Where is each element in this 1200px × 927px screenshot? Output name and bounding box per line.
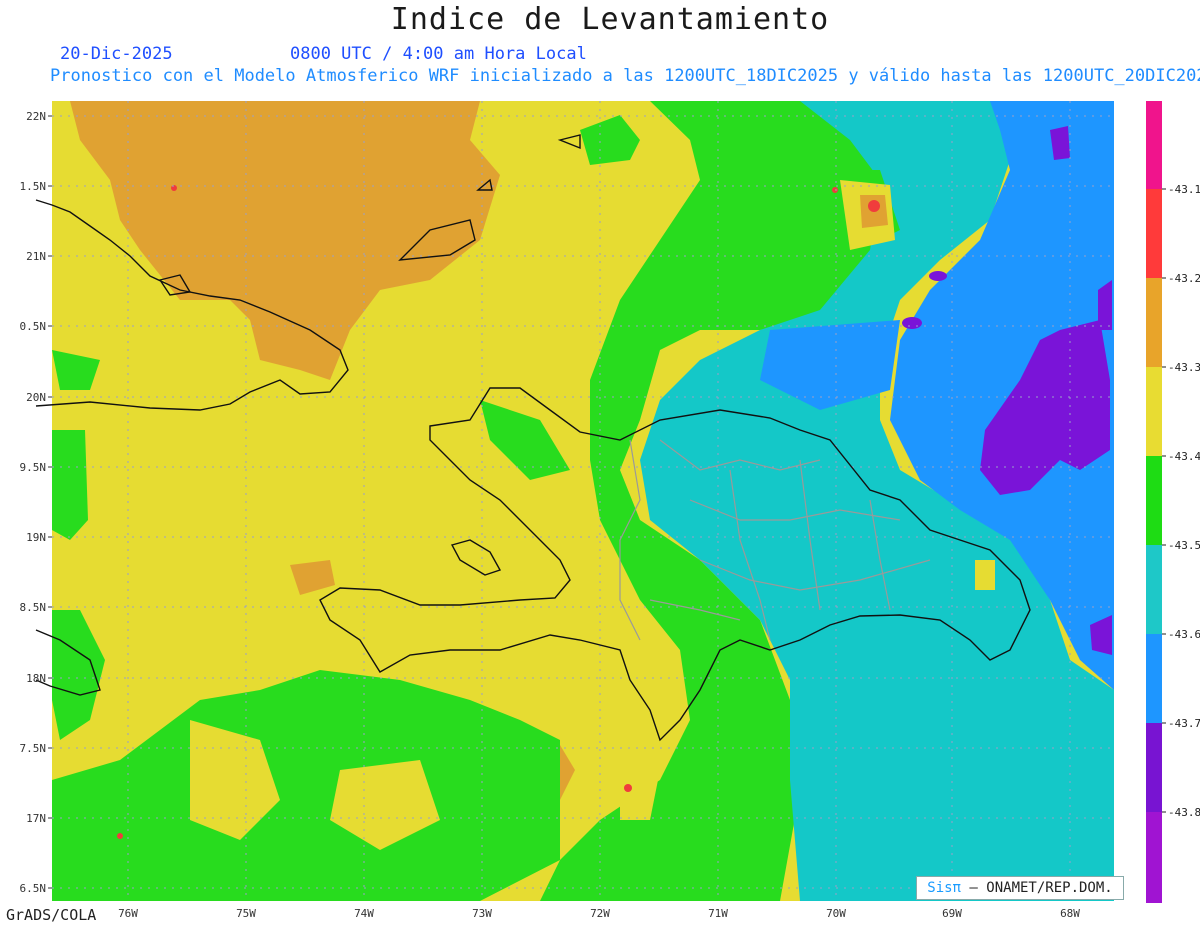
legend-swatch: [1146, 189, 1162, 278]
lon-label: 69W: [942, 907, 962, 920]
lon-label: 71W: [708, 907, 728, 920]
lat-label: 19N: [26, 531, 46, 544]
legend-swatch: [1146, 456, 1162, 545]
field-core-red: [117, 833, 123, 839]
lat-label: 22N: [26, 110, 46, 123]
field-green-west: [52, 430, 88, 540]
legend-swatch: [1146, 545, 1162, 634]
lat-label: 20N: [26, 391, 46, 404]
legend-label: -43.2: [1168, 272, 1200, 285]
legend-swatch: [1146, 812, 1162, 903]
lat-label: 9.5N: [20, 461, 47, 474]
legend-label: -43.8: [1168, 806, 1200, 819]
field-purple: [902, 317, 922, 329]
lat-label: 8.5N: [20, 601, 47, 614]
legend-label: -43.5: [1168, 539, 1200, 552]
lat-label: 18N: [26, 672, 46, 685]
field-core-red: [832, 187, 838, 193]
lon-label: 72W: [590, 907, 610, 920]
legend-label: -43.4: [1168, 450, 1200, 463]
field-core-yellow: [975, 560, 995, 590]
credit-box: Sisπ – ONAMET/REP.DOM.: [916, 876, 1124, 900]
lon-labels: 76W 75W 74W 73W 72W 71W 70W 69W 68W: [118, 907, 1080, 920]
legend-label: -43.3: [1168, 361, 1200, 374]
lat-label: 21N: [26, 250, 46, 263]
legend-swatch: [1146, 278, 1162, 367]
credit-brand: Sisπ: [927, 880, 961, 896]
legend-swatch: [1146, 367, 1162, 456]
legend-swatch: [1146, 101, 1162, 189]
field-core-red: [868, 200, 880, 212]
footer-grads: GrADS/COLA: [6, 906, 97, 924]
lon-label: 76W: [118, 907, 138, 920]
legend-label: -43.7: [1168, 717, 1200, 730]
lat-label: 6.5N: [20, 882, 47, 895]
lat-label: 1.5N: [20, 180, 47, 193]
lon-label: 73W: [472, 907, 492, 920]
lat-label: 0.5N: [20, 320, 47, 333]
legend-swatch: [1146, 723, 1162, 812]
lat-label: 7.5N: [20, 742, 47, 755]
lat-labels: 22N 1.5N 21N 0.5N 20N 9.5N 19N 8.5N 18N …: [20, 110, 47, 895]
lat-label: 17N: [26, 812, 46, 825]
lon-label: 75W: [236, 907, 256, 920]
field-core-red: [624, 784, 632, 792]
lon-label: 70W: [826, 907, 846, 920]
legend-swatch: [1146, 634, 1162, 723]
axis-ticks: [48, 115, 52, 889]
legend-label: -43.6: [1168, 628, 1200, 641]
lon-label: 74W: [354, 907, 374, 920]
credit-org: – ONAMET/REP.DOM.: [969, 880, 1113, 896]
lifted-index-map: 22N 1.5N 21N 0.5N 20N 9.5N 19N 8.5N 18N …: [20, 101, 1200, 920]
field-purple: [929, 271, 947, 281]
color-legend: -43.1 -43.2 -43.3 -43.4 -43.5 -43.6 -43.…: [1146, 101, 1200, 903]
lon-label: 68W: [1060, 907, 1080, 920]
legend-label: -43.1: [1168, 183, 1200, 196]
